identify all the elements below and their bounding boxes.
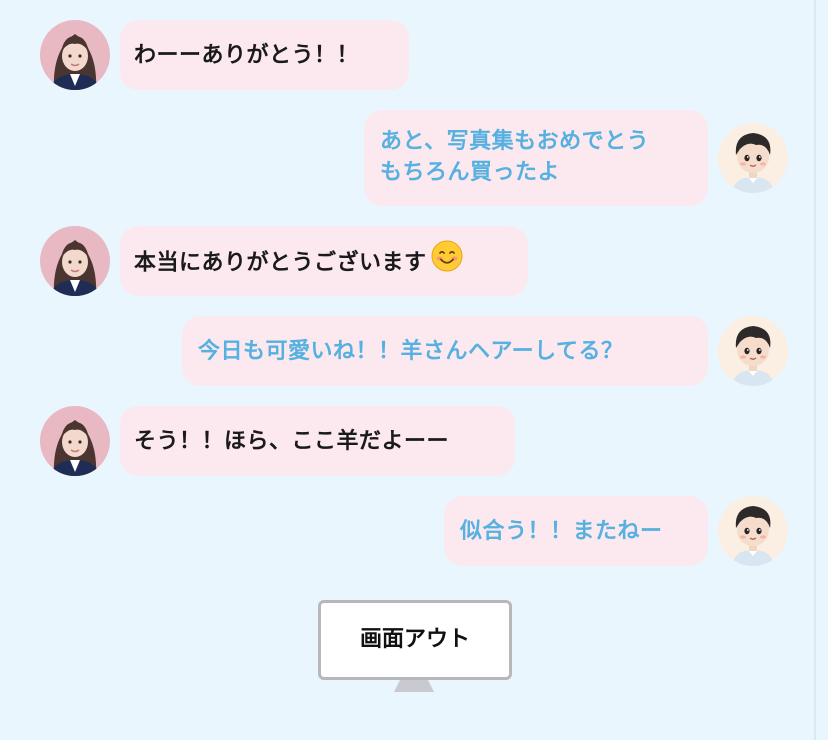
screen-out-monitor-button[interactable]: 画面アウト <box>318 600 512 680</box>
scrollbar-track <box>814 0 816 740</box>
smiling-face-icon <box>431 240 463 281</box>
chat-screen: わーーありがとう！！ あと、写真集もおめでとう もちろん買ったよ 本当にありがと… <box>0 0 828 740</box>
fan-message-bubble: 似合う！！またねー <box>444 496 708 566</box>
screen-out-label: 画面アウト <box>359 627 470 652</box>
chat-message-row: 今日も可愛いね！！羊さんヘアーしてる？ <box>0 316 828 386</box>
chat-message-row: そう！！ほら、ここ羊だよーー <box>0 406 828 476</box>
fan-avatar <box>718 496 788 566</box>
fan-avatar <box>718 316 788 386</box>
idol-message-bubble: わーーありがとう！！ <box>120 20 409 90</box>
message-text: 今日も可愛いね！！羊さんヘアーしてる？ <box>198 339 624 364</box>
idol-message-bubble: 本当にありがとうございます <box>120 226 528 296</box>
fan-avatar <box>718 123 788 193</box>
message-text: わーーありがとう！！ <box>134 43 360 68</box>
message-text: もちろん買ったよ <box>380 160 561 185</box>
idol-avatar <box>40 226 110 296</box>
idol-message-bubble: そう！！ほら、ここ羊だよーー <box>120 406 515 476</box>
chat-message-row: わーーありがとう！！ <box>0 20 828 90</box>
idol-avatar <box>40 406 110 476</box>
message-line: 本当にありがとうございます <box>134 240 514 281</box>
fan-message-bubble: あと、写真集もおめでとう もちろん買ったよ <box>364 110 708 206</box>
message-text: あと、写真集もおめでとう <box>380 129 650 154</box>
message-text: 本当にありがとうございます <box>134 250 427 276</box>
message-text: そう！！ほら、ここ羊だよーー <box>134 429 450 454</box>
fan-message-bubble: 今日も可愛いね！！羊さんヘアーしてる？ <box>182 316 708 386</box>
chat-message-row: あと、写真集もおめでとう もちろん買ったよ <box>0 110 828 206</box>
monitor-stand-icon <box>394 680 434 692</box>
chat-message-row: 似合う！！またねー <box>0 496 828 566</box>
idol-avatar <box>40 20 110 90</box>
chat-message-row: 本当にありがとうございます <box>0 226 828 296</box>
message-text: 似合う！！またねー <box>460 519 663 544</box>
